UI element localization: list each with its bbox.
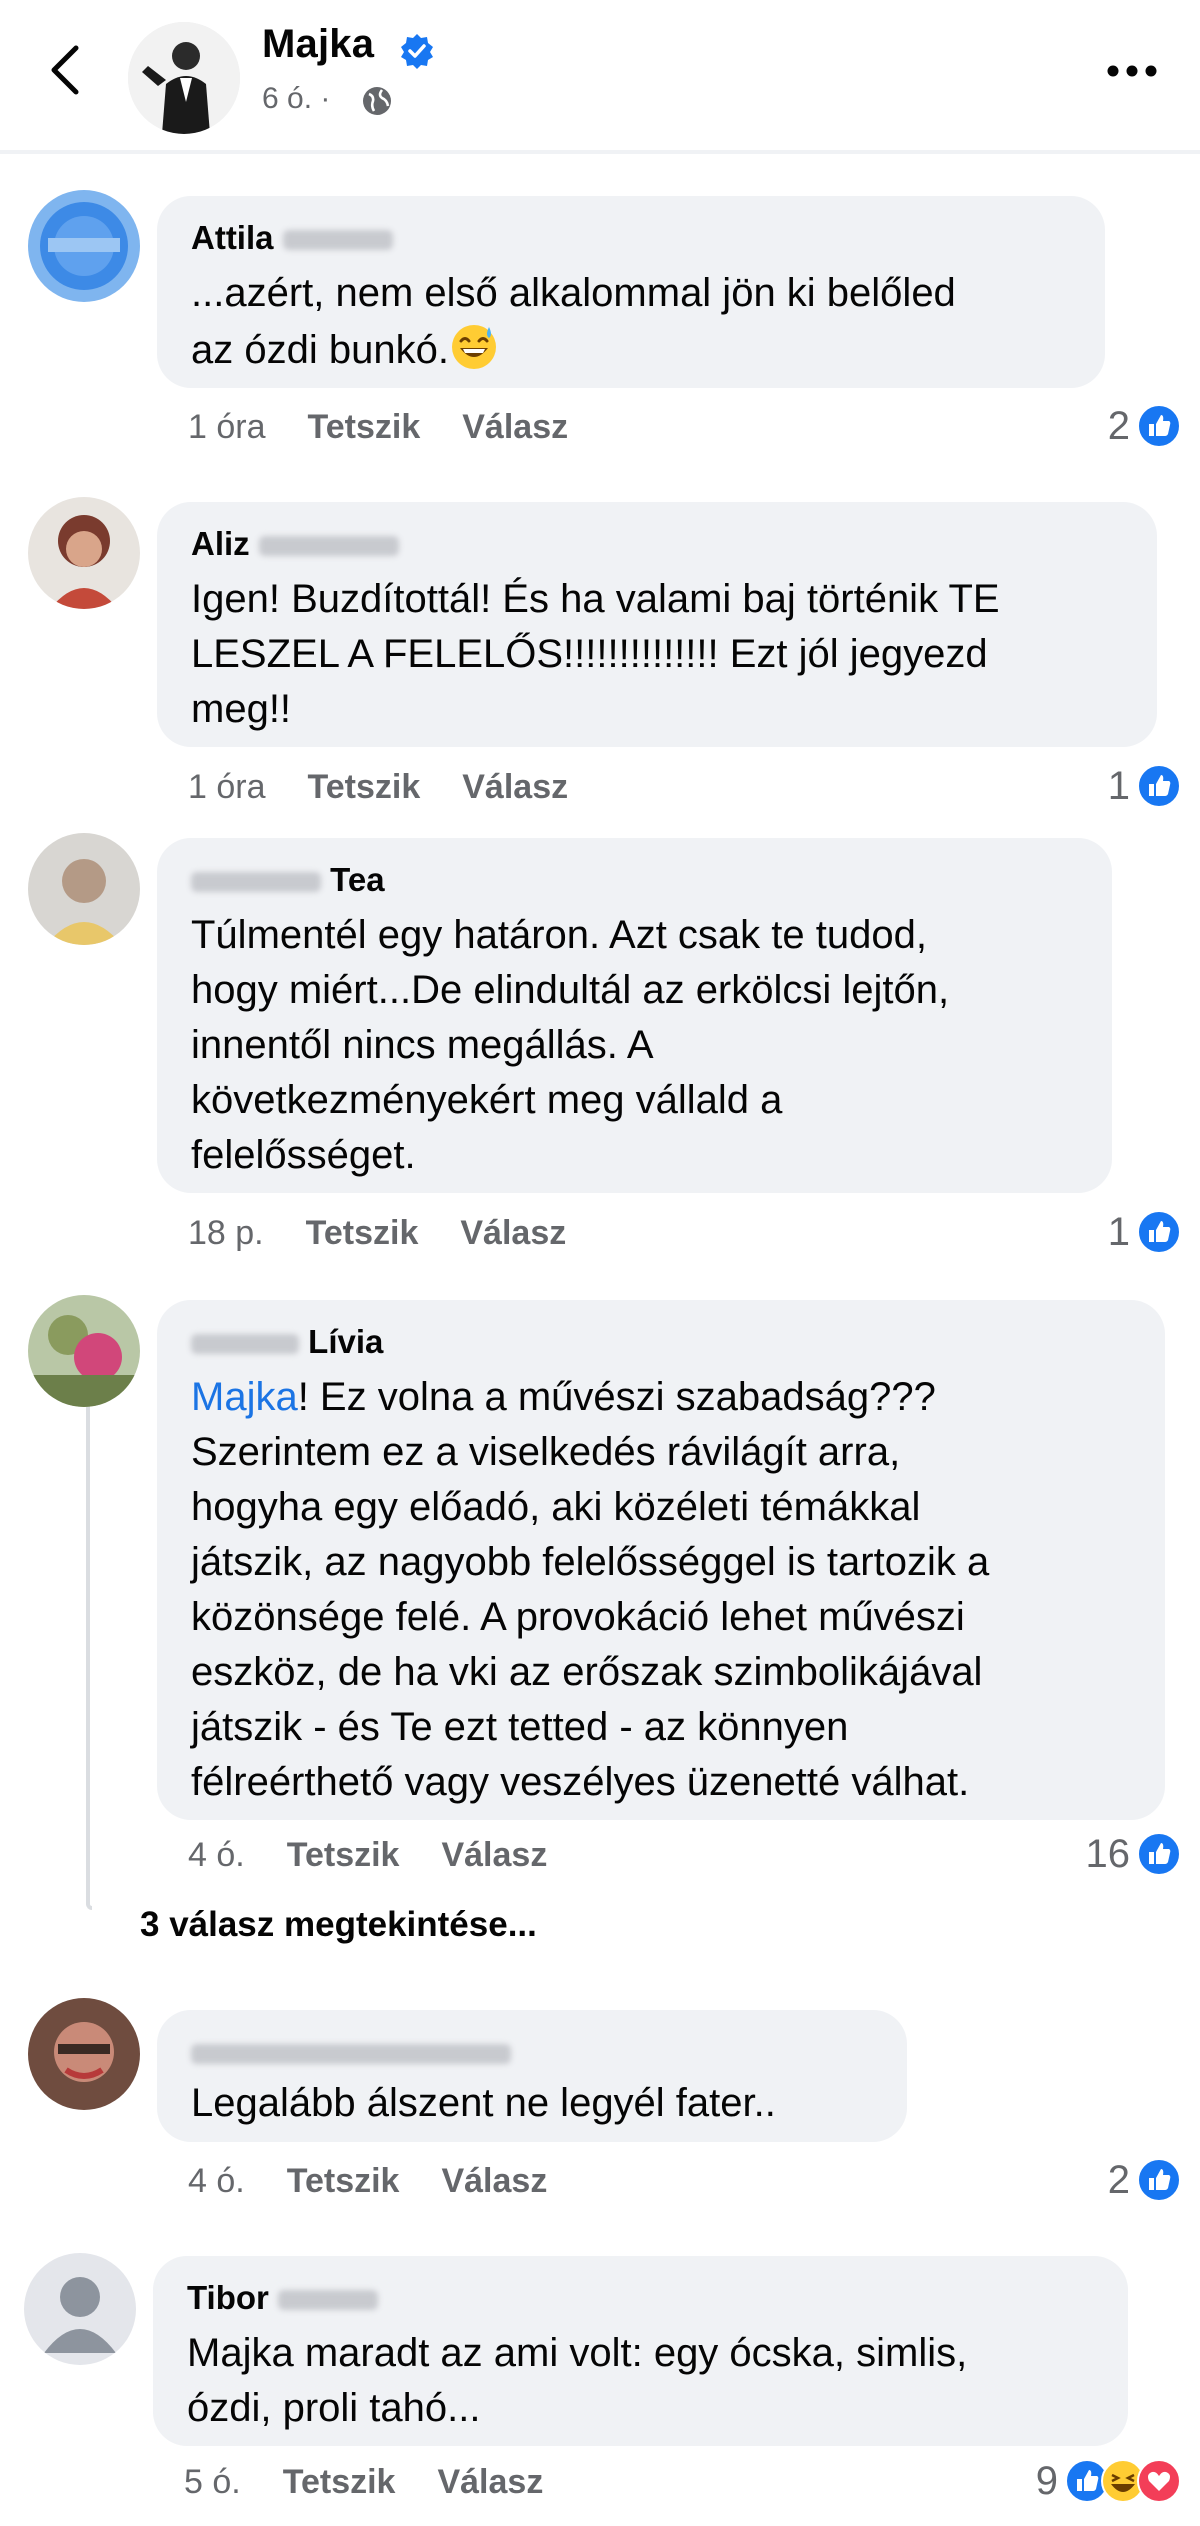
comment-text: Túlmentél egy határon. Azt csak te tudod… xyxy=(191,913,950,1177)
comment-actions: 4 ó. Tetszik Válasz xyxy=(188,2162,589,2201)
avatar[interactable] xyxy=(24,2253,136,2365)
reply-button[interactable]: Válasz xyxy=(441,2162,547,2200)
back-arrow-icon[interactable] xyxy=(42,40,92,100)
like-button[interactable]: Tetszik xyxy=(308,408,421,446)
avatar[interactable] xyxy=(28,1998,140,2110)
comment-bubble: Lívia Majka! Ez volna a művészi szabadsá… xyxy=(157,1300,1165,1820)
reply-thread-line xyxy=(86,1390,92,1910)
comment-author[interactable]: Aliz xyxy=(191,524,1125,564)
comment-bubble: Tea Túlmentél egy határon. Azt csak te t… xyxy=(157,838,1112,1193)
like-button[interactable]: Tetszik xyxy=(308,768,421,806)
page-name[interactable]: Majka xyxy=(262,22,374,67)
comment-text: ...azért, nem első alkalommal jön ki bel… xyxy=(191,271,956,372)
like-reaction-icon xyxy=(1137,2158,1181,2202)
reaction-count[interactable]: 16 xyxy=(1086,1830,1183,1878)
reply-button[interactable]: Válasz xyxy=(462,768,568,806)
reply-button[interactable]: Válasz xyxy=(437,2463,543,2501)
comment-author[interactable]: Lívia xyxy=(191,1322,1133,1362)
comment-actions: 4 ó. Tetszik Válasz xyxy=(188,1836,589,1875)
reaction-number: 9 xyxy=(1035,2458,1058,2503)
comment-time: 4 ó. xyxy=(188,2162,245,2200)
comment-bubble: Tibor Majka maradt az ami volt: egy ócsk… xyxy=(153,2256,1128,2446)
reaction-number: 1 xyxy=(1107,1209,1130,1254)
header-divider xyxy=(0,150,1200,154)
comment-time: 5 ó. xyxy=(184,2463,241,2501)
comment-text: Igen! Buzdítottál! És ha valami baj tört… xyxy=(191,577,1000,731)
avatar[interactable] xyxy=(28,190,140,302)
reaction-number: 2 xyxy=(1107,403,1130,448)
like-reaction-icon xyxy=(1137,404,1181,448)
page-avatar[interactable] xyxy=(128,22,240,134)
comment-bubble: Legalább álszent ne legyél fater.. xyxy=(157,2010,907,2142)
comment-author[interactable]: Tea xyxy=(191,860,1080,900)
love-reaction-icon xyxy=(1137,2459,1181,2503)
like-button[interactable]: Tetszik xyxy=(306,1214,419,1252)
like-button[interactable]: Tetszik xyxy=(283,2463,396,2501)
like-reaction-icon xyxy=(1137,764,1181,808)
comment-time: 4 ó. xyxy=(188,1836,245,1874)
view-replies-link[interactable]: 3 válasz megtekintése... xyxy=(140,1905,537,1945)
comment-time: 1 óra xyxy=(188,768,266,806)
comment-actions: 1 óra Tetszik Válasz xyxy=(188,768,610,807)
like-reaction-icon xyxy=(1137,1832,1181,1876)
post-header: Majka 6 ó. · xyxy=(0,0,1200,150)
verified-badge-icon xyxy=(401,34,433,69)
globe-icon xyxy=(363,87,391,115)
avatar[interactable] xyxy=(28,1295,140,1407)
comment-author[interactable]: Tibor xyxy=(187,2278,1096,2318)
avatar[interactable] xyxy=(28,497,140,609)
mention-link[interactable]: Majka xyxy=(191,1375,298,1419)
more-options-icon[interactable] xyxy=(1106,64,1158,78)
comment-text: Majka! Ez volna a művészi szabadság??? S… xyxy=(191,1375,990,1804)
reply-button[interactable]: Válasz xyxy=(441,1836,547,1874)
reaction-count[interactable]: 9 xyxy=(1036,2457,1182,2505)
comment-actions: 5 ó. Tetszik Válasz xyxy=(184,2463,585,2502)
comment-text: Majka maradt az ami volt: egy ócska, sim… xyxy=(187,2331,968,2430)
reaction-number: 1 xyxy=(1107,763,1130,808)
comment-bubble: Attila ...azért, nem első alkalommal jön… xyxy=(157,196,1105,388)
avatar[interactable] xyxy=(28,833,140,945)
comment-bubble: Aliz Igen! Buzdítottál! És ha valami baj… xyxy=(157,502,1157,747)
reply-button[interactable]: Válasz xyxy=(460,1214,566,1252)
sweat-smile-emoji xyxy=(451,325,496,369)
reaction-number: 16 xyxy=(1085,1831,1131,1876)
comment-time: 1 óra xyxy=(188,408,266,446)
reaction-count[interactable]: 2 xyxy=(1108,2156,1182,2204)
like-reaction-icon xyxy=(1137,1210,1181,1254)
reaction-count[interactable]: 2 xyxy=(1108,402,1182,450)
reaction-count[interactable]: 1 xyxy=(1108,762,1182,810)
comment-text: Legalább álszent ne legyél fater.. xyxy=(191,2081,776,2125)
comment-author[interactable] xyxy=(191,2032,875,2072)
like-button[interactable]: Tetszik xyxy=(287,1836,400,1874)
comment-time: 18 p. xyxy=(188,1214,264,1252)
comment-actions: 1 óra Tetszik Válasz xyxy=(188,408,610,447)
like-button[interactable]: Tetszik xyxy=(287,2162,400,2200)
post-time: 6 ó. · xyxy=(262,82,331,115)
reply-button[interactable]: Válasz xyxy=(462,408,568,446)
comment-author[interactable]: Attila xyxy=(191,218,1073,258)
reaction-count[interactable]: 1 xyxy=(1108,1208,1182,1256)
reaction-number: 2 xyxy=(1107,2157,1130,2202)
comment-actions: 18 p. Tetszik Válasz xyxy=(188,1214,608,1253)
